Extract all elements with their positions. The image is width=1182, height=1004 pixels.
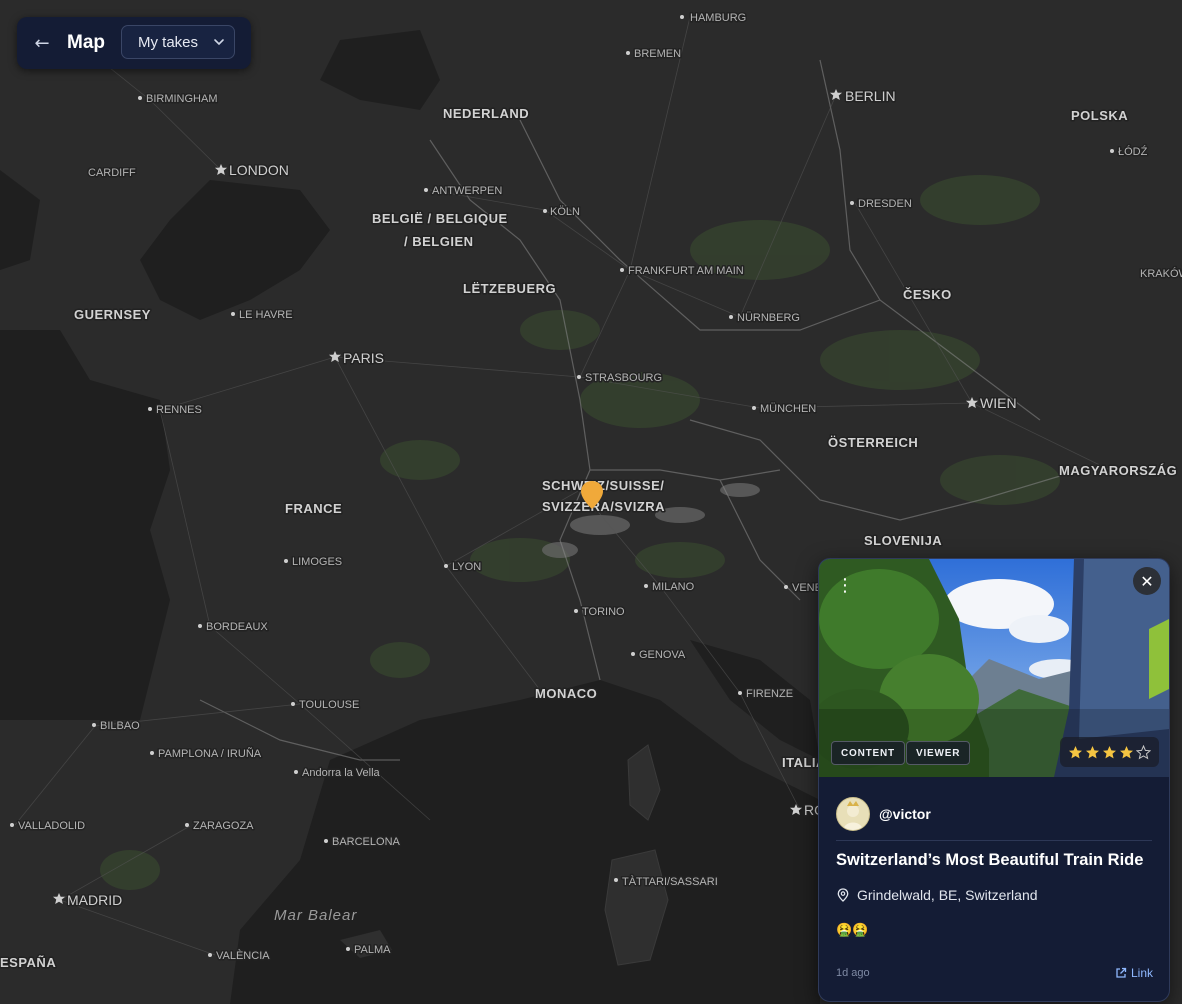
label-genova: GENOVA: [639, 649, 686, 661]
arrow-left-icon: ←: [34, 32, 50, 54]
label-bilbao: BILBAO: [100, 720, 140, 732]
label-le-havre: LE HAVRE: [239, 309, 293, 321]
label-espana: ESPAÑA: [0, 955, 56, 970]
label-letzebuerg: LËTZEBUERG: [463, 281, 556, 296]
label-valencia: VALÈNCIA: [216, 949, 270, 962]
label-mar-balear: Mar Balear: [274, 907, 357, 924]
label-nurnberg: NÜRNBERG: [737, 312, 800, 324]
card-divider: [836, 840, 1152, 841]
label-nederland: NEDERLAND: [443, 106, 529, 121]
label-osterreich: ÖSTERREICH: [828, 435, 918, 450]
take-emoji: 🤮🤮: [836, 923, 869, 938]
label-france: FRANCE: [285, 501, 342, 516]
content-tag[interactable]: CONTENT: [831, 741, 905, 765]
page-title: Map: [67, 32, 105, 53]
label-limoges: LIMOGES: [292, 556, 342, 568]
takes-filter-value: My takes: [138, 33, 199, 51]
label-torino: TORINO: [582, 606, 625, 618]
label-polska: POLSKA: [1071, 108, 1128, 123]
label-cesko: ČESKO: [903, 287, 952, 302]
chevron-down-icon: [214, 39, 224, 46]
author-row[interactable]: @victor: [836, 797, 931, 831]
label-magyarorszag: MAGYARORSZÁG: [1059, 463, 1177, 478]
map-pin-icon[interactable]: [580, 480, 604, 510]
card-close-button[interactable]: ✕: [1133, 567, 1161, 595]
label-andorra: Andorra la Vella: [302, 767, 381, 779]
label-birmingham: BIRMINGHAM: [146, 93, 218, 105]
star-filled-icon: [1120, 745, 1133, 758]
label-slovenija: SLOVENIJA: [864, 533, 942, 548]
label-valladolid: VALLADOLID: [18, 820, 85, 832]
label-monaco: MONACO: [535, 686, 597, 701]
viewer-tag[interactable]: VIEWER: [906, 741, 971, 765]
label-hamburg: HAMBURG: [690, 12, 746, 24]
label-toulouse: TOULOUSE: [299, 699, 359, 711]
label-firenze: FIRENZE: [746, 688, 793, 700]
label-zaragoza: ZARAGOZA: [193, 820, 254, 832]
label-bordeaux: BORDEAUX: [206, 621, 268, 633]
map-pin-outline-icon: [837, 888, 849, 902]
star-filled-icon: [1086, 745, 1099, 758]
label-lyon: LYON: [452, 561, 481, 573]
label-antwerpen: ANTWERPEN: [432, 185, 502, 197]
take-link-label: Link: [1130, 966, 1153, 980]
take-card: ⋮ ✕ CONTENT VIEWER @victor Switzerland’s…: [818, 558, 1170, 1002]
card-menu-button[interactable]: ⋮: [833, 573, 857, 597]
label-cardiff: CARDIFF: [88, 167, 136, 179]
label-london: LONDON: [229, 162, 289, 178]
label-wien: WIEN: [980, 395, 1017, 411]
takes-filter-select[interactable]: My takes: [121, 25, 235, 59]
star-rating: [1060, 737, 1159, 767]
label-lodz: ŁÓDŹ: [1118, 145, 1148, 158]
label-madrid: MADRID: [67, 892, 122, 908]
label-dresden: DRESDEN: [858, 198, 912, 210]
star-filled-icon: [1103, 745, 1116, 758]
label-sassari: TÀTTARI/SASSARI: [622, 875, 718, 888]
label-koln: KÖLN: [550, 206, 580, 218]
close-icon: ✕: [1140, 571, 1154, 591]
label-bremen: BREMEN: [634, 48, 681, 60]
label-barcelona: BARCELONA: [332, 836, 401, 848]
take-location-text: Grindelwald, BE, Switzerland: [857, 887, 1038, 903]
label-krakow: KRAKÓW: [1140, 267, 1182, 280]
label-guernsey: GUERNSEY: [74, 307, 151, 322]
label-belgie: BELGIË / BELGIQUE: [372, 211, 508, 226]
label-rennes: RENNES: [156, 404, 202, 416]
star-empty-icon: [1136, 744, 1151, 759]
label-berlin: BERLIN: [845, 88, 896, 104]
star-filled-icon: [1069, 745, 1082, 758]
label-strasbourg: STRASBOURG: [585, 372, 662, 384]
label-paris: PARIS: [343, 350, 384, 366]
label-munchen: MÜNCHEN: [760, 403, 816, 415]
label-pamplona: PAMPLONA / IRUÑA: [158, 747, 262, 760]
back-button[interactable]: ←: [31, 32, 53, 54]
take-title: Switzerland’s Most Beautiful Train Ride: [836, 851, 1144, 869]
take-timestamp: 1d ago: [836, 967, 870, 979]
take-location: Grindelwald, BE, Switzerland: [836, 887, 1038, 903]
label-milano: MILANO: [652, 581, 695, 593]
label-frankfurt: FRANKFURT AM MAIN: [628, 265, 744, 277]
take-link[interactable]: Link: [1115, 966, 1153, 980]
label-palma: PALMA: [354, 944, 391, 956]
label-belgien: / BELGIEN: [404, 234, 474, 249]
author-username[interactable]: @victor: [879, 806, 931, 822]
external-link-icon: [1116, 967, 1127, 978]
map-header: ← Map My takes: [17, 17, 251, 69]
avatar[interactable]: [836, 797, 870, 831]
more-vertical-icon: ⋮: [836, 574, 854, 596]
